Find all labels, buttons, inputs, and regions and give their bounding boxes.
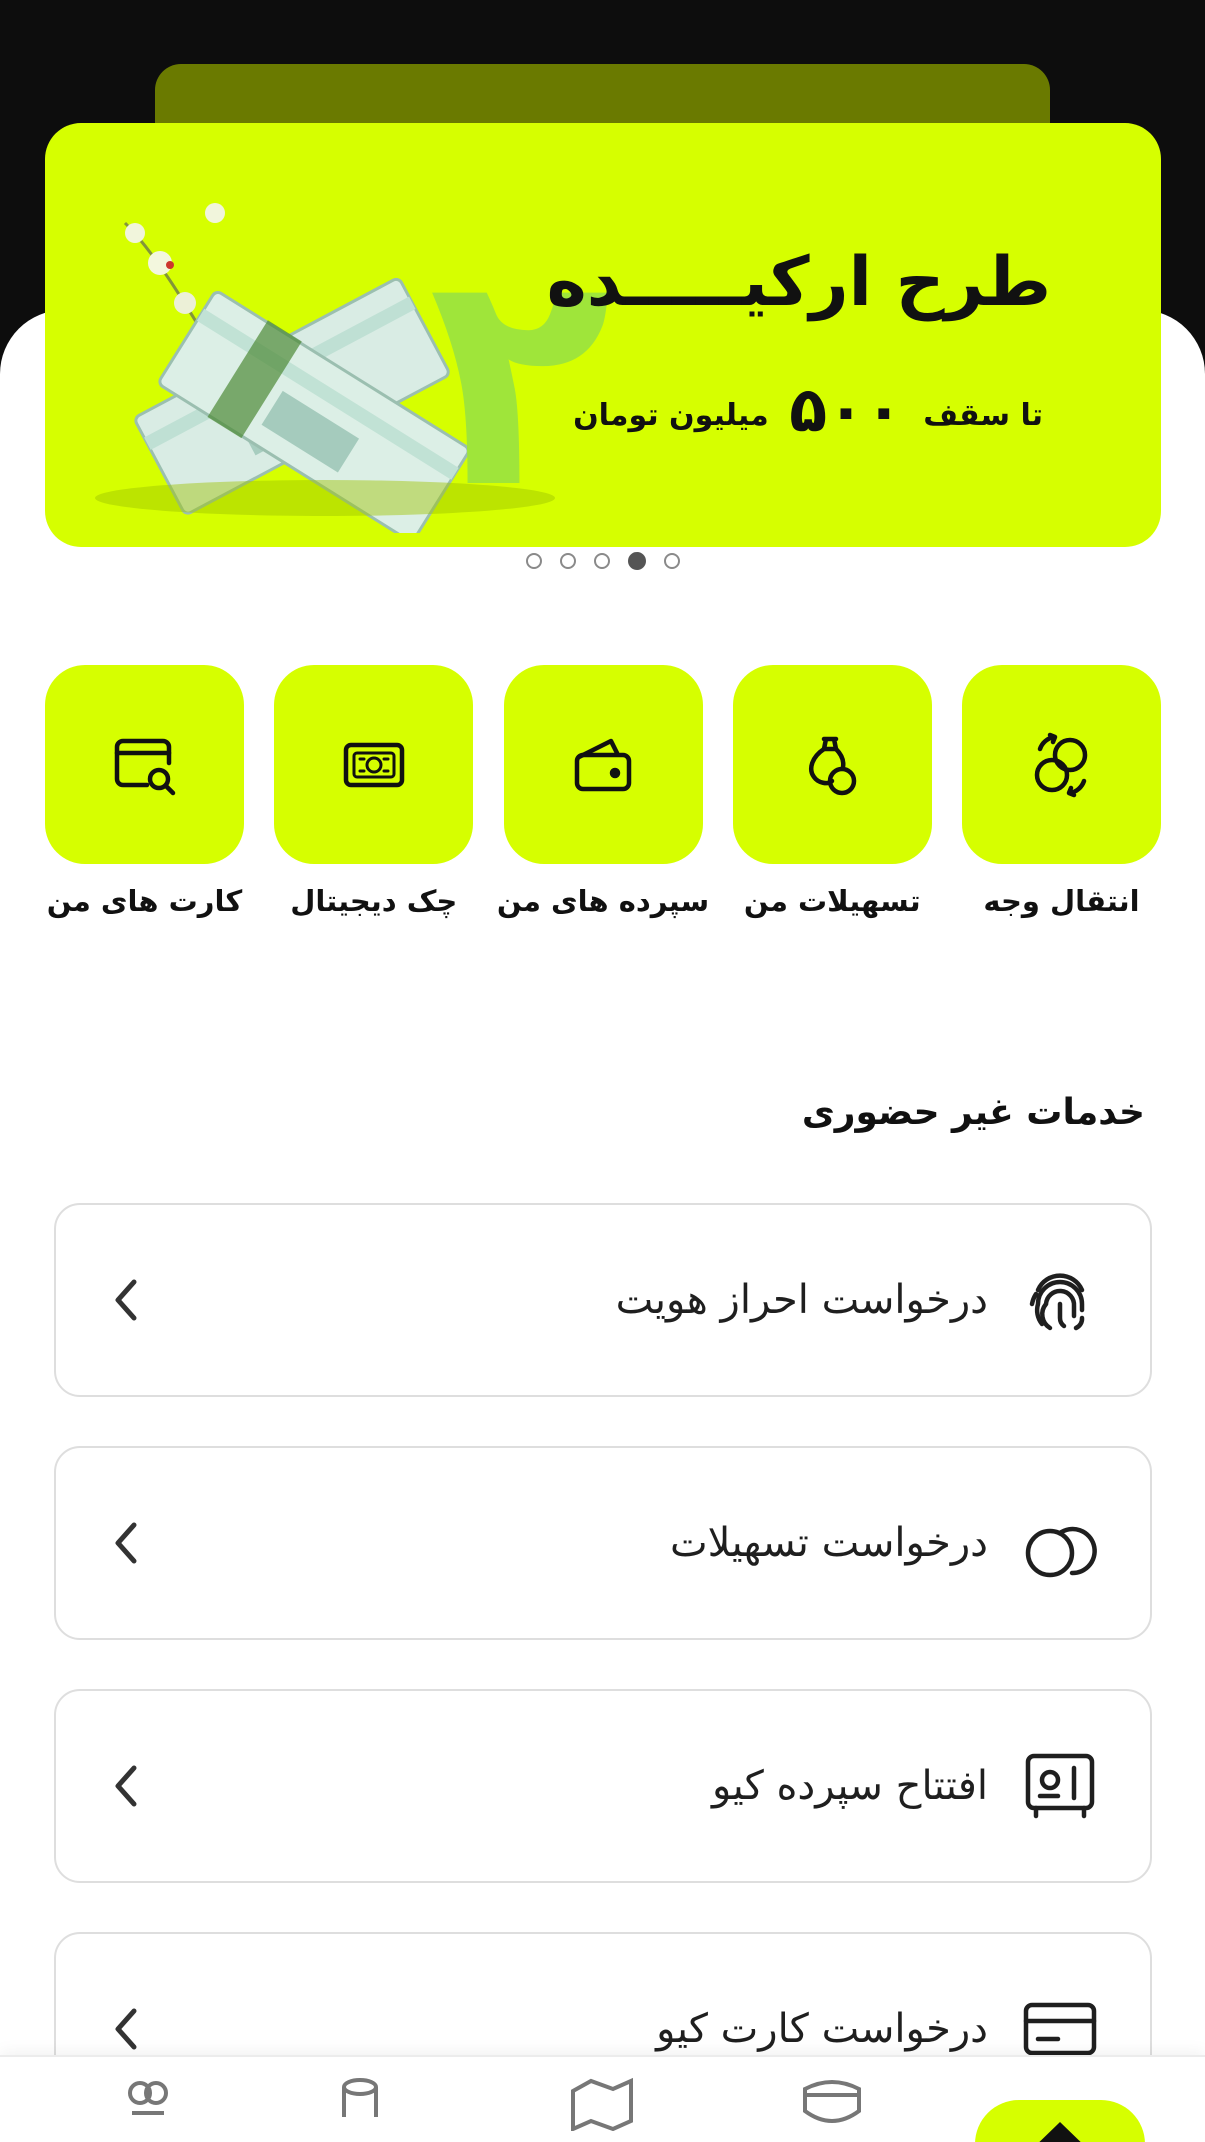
quick-actions: انتقال وجه تسهیلات من سپرده های من چک دی… bbox=[45, 665, 1161, 945]
banner-subtitle: تا سقف ۵۰۰ میلیون تومان bbox=[573, 373, 1043, 446]
banner-amount: ۵۰۰ bbox=[789, 373, 903, 446]
quick-action-loans[interactable]: تسهیلات من bbox=[732, 665, 932, 945]
money-bag-icon bbox=[809, 736, 857, 795]
carousel-indicator bbox=[0, 552, 1205, 573]
coins-icon bbox=[342, 2078, 378, 2117]
quick-action-tile[interactable] bbox=[503, 665, 703, 864]
quick-action-my-cards[interactable]: کارت های من bbox=[45, 665, 244, 945]
quick-action-digital-check[interactable]: چک دیجیتال bbox=[274, 665, 474, 945]
quick-action-tile[interactable] bbox=[732, 665, 932, 864]
banner-title: طرح ارکیـــــده bbox=[546, 243, 1051, 322]
quick-action-transfer[interactable]: انتقال وجه bbox=[962, 665, 1161, 945]
banner-illustration: ۲ bbox=[95, 203, 612, 533]
services-icon bbox=[128, 2081, 168, 2115]
chevron-left-icon bbox=[115, 1279, 137, 1321]
services-section-title: خدمات غیر حضوری bbox=[801, 1092, 1145, 1133]
quick-action-tile[interactable] bbox=[962, 665, 1161, 864]
chevron-left-icon bbox=[115, 2008, 137, 2050]
nav-shield[interactable] bbox=[792, 2071, 872, 2142]
carousel-dot[interactable] bbox=[593, 553, 610, 569]
quick-action-label: سپرده های من bbox=[496, 884, 710, 918]
service-label: افتتاح سپرده کیو bbox=[711, 1763, 988, 1809]
service-label: درخواست کارت کیو bbox=[656, 2006, 988, 2052]
digital-check-icon bbox=[343, 742, 404, 787]
nav-home[interactable] bbox=[975, 2100, 1145, 2142]
map-icon bbox=[571, 2077, 633, 2131]
service-label: درخواست احراز هویت bbox=[615, 1277, 988, 1323]
deposit-safe-icon bbox=[1025, 1753, 1095, 1819]
quick-action-label: تسهیلات من bbox=[743, 884, 921, 918]
home-icon bbox=[1039, 2122, 1081, 2142]
quick-action-label: چک دیجیتال bbox=[290, 884, 458, 918]
service-open-deposit[interactable]: افتتاح سپرده کیو bbox=[54, 1689, 1152, 1883]
fingerprint-icon bbox=[1029, 1273, 1085, 1331]
service-identity-verification[interactable]: درخواست احراز هویت bbox=[54, 1203, 1152, 1397]
quick-action-deposits[interactable]: سپرده های من bbox=[497, 665, 709, 945]
carousel-dot[interactable] bbox=[663, 553, 680, 569]
carousel-dot[interactable] bbox=[559, 553, 576, 569]
quick-action-label: انتقال وجه bbox=[983, 884, 1140, 918]
carousel-dot[interactable] bbox=[525, 553, 542, 569]
chevron-left-icon bbox=[115, 1765, 137, 1807]
banner-subtitle-post: میلیون تومان bbox=[573, 398, 769, 433]
service-loan-request[interactable]: درخواست تسهیلات bbox=[54, 1446, 1152, 1640]
quick-action-label: کارت های من bbox=[46, 884, 243, 918]
nav-map[interactable] bbox=[562, 2071, 642, 2142]
banner-subtitle-pre: تا سقف bbox=[923, 398, 1043, 433]
transfer-icon bbox=[1034, 732, 1087, 797]
service-label: درخواست تسهیلات bbox=[670, 1520, 988, 1566]
shield-icon bbox=[803, 2080, 861, 2123]
quick-action-tile[interactable] bbox=[274, 665, 474, 864]
nav-coins[interactable] bbox=[320, 2071, 400, 2142]
card-search-icon bbox=[114, 738, 175, 795]
promo-banner[interactable]: ۲ طرح ارکیـــــده تا سقف ۵۰۰ میلیون توما… bbox=[45, 123, 1161, 547]
quick-action-tile[interactable] bbox=[45, 665, 244, 864]
nav-services[interactable] bbox=[108, 2071, 188, 2142]
chevron-left-icon bbox=[115, 1522, 137, 1564]
carousel-dot-active[interactable] bbox=[627, 552, 646, 570]
loan-rings-icon bbox=[1025, 1526, 1097, 1578]
wallet-icon bbox=[574, 738, 632, 791]
